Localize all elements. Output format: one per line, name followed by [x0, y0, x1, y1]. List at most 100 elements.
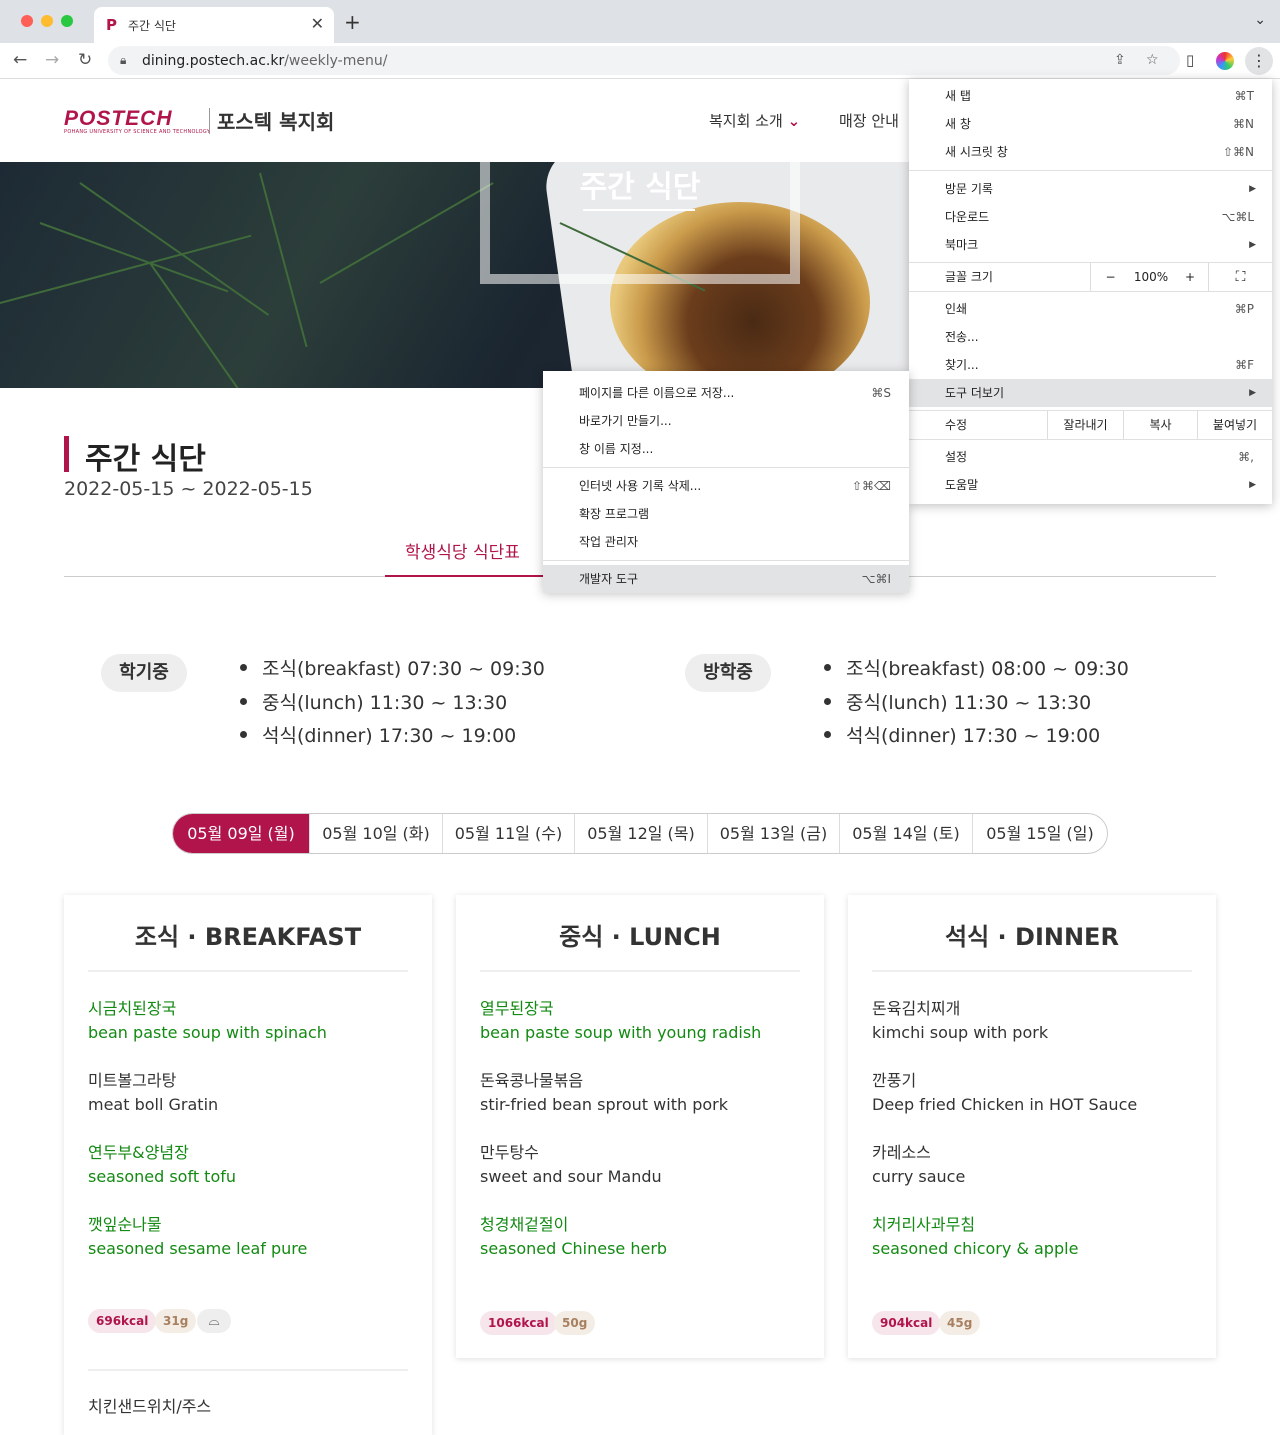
active-tab-indicator — [385, 575, 543, 577]
menu-bookmarks[interactable]: 북마크 ▶ — [909, 231, 1272, 259]
menu-item: 청경채겉절이 seasoned Chinese herb — [480, 1215, 668, 1258]
tab-student-cafeteria[interactable]: 학생식당 식단표 — [405, 538, 520, 563]
menu-incognito[interactable]: 새 시크릿 창 ⇧⌘N — [909, 138, 1272, 166]
submenu-task-manager[interactable]: 작업 관리자 — [543, 528, 909, 556]
day-button-thu[interactable]: 05월 12일 (목) — [575, 814, 708, 853]
menu-zoom: 글꼴 크기 − 100% + ⛶ — [909, 263, 1272, 291]
card-divider — [88, 970, 408, 972]
menu-history[interactable]: 방문 기록 ▶ — [909, 175, 1272, 203]
submenu-dev-tools[interactable]: 개발자 도구 ⌥⌘I — [543, 565, 909, 593]
site-name[interactable]: 포스텍 복지회 — [217, 106, 334, 135]
menu-item: 치킨샌드위치/주스 — [88, 1397, 212, 1416]
site-favicon-icon: P — [106, 16, 117, 34]
menu-settings[interactable]: 설정 ⌘, — [909, 443, 1272, 471]
card-title: 중식 · LUNCH — [559, 923, 721, 951]
menu-new-tab[interactable]: 새 탭 ⌘T — [909, 82, 1272, 110]
day-button-sun[interactable]: 05월 15일 (일) — [973, 814, 1107, 853]
more-tools-submenu: 페이지를 다른 이름으로 저장... ⌘S 바로가기 만들기... 창 이름 지정… — [543, 371, 909, 593]
card-title: 조식 · BREAKFAST — [134, 923, 362, 951]
hero-banner: 주간 식단 — [0, 162, 910, 388]
postech-logo[interactable]: POSTECH — [64, 107, 173, 131]
hours-item: 중식(lunch) 11:30 ~ 13:30 — [238, 688, 545, 722]
menu-find[interactable]: 찾기... ⌘F — [909, 351, 1272, 379]
protein-badge: 50g — [554, 1311, 596, 1335]
share-icon[interactable]: ⇪ — [1114, 52, 1126, 68]
kcal-badge: 904kcal — [872, 1311, 941, 1335]
kcal-badge: 1066kcal — [480, 1311, 557, 1335]
vacation-badge: 방학중 — [685, 654, 771, 692]
zoom-out-button[interactable]: − — [1090, 263, 1130, 291]
tab-search-chevron-icon[interactable]: ⌄ — [1254, 12, 1266, 28]
new-tab-icon[interactable]: + — [344, 10, 361, 34]
hero-title: 주간 식단 — [579, 170, 701, 205]
lunch-card: 중식 · LUNCH 열무된장국 bean paste soup with you… — [456, 895, 824, 1358]
logo-subtitle: POHANG UNIVERSITY OF SCIENCE AND TECHNOL… — [64, 129, 211, 135]
cut-button[interactable]: 잘라내기 — [1047, 411, 1123, 439]
menu-downloads[interactable]: 다운로드 ⌥⌘L — [909, 203, 1272, 231]
hours-item: 석식(dinner) 17:30 ~ 19:00 — [822, 721, 1129, 755]
browser-toolbar: ← → ↻ 🔒︎ dining.postech.ac.kr/weekly-men… — [0, 43, 1280, 79]
reload-icon[interactable]: ↻ — [78, 50, 92, 70]
submenu-extensions[interactable]: 확장 프로그램 — [543, 500, 909, 528]
profile-avatar-icon[interactable] — [1216, 52, 1234, 70]
submenu-arrow-icon: ▶ — [1249, 388, 1256, 398]
zoom-window-button[interactable] — [61, 15, 73, 27]
protein-badge: 31g — [155, 1309, 197, 1333]
day-button-fri[interactable]: 05월 13일 (금) — [708, 814, 840, 853]
day-button-mon[interactable]: 05월 09일 (월) — [173, 814, 310, 853]
nav-stores[interactable]: 매장 안내 — [839, 110, 899, 131]
lock-icon[interactable]: 🔒︎ — [120, 53, 126, 68]
side-panel-icon[interactable]: ▯ — [1186, 51, 1194, 69]
fullscreen-icon[interactable]: ⛶ — [1208, 263, 1272, 291]
bowl-icon: ⌓ — [197, 1309, 231, 1333]
paste-button[interactable]: 붙여넣기 — [1197, 411, 1272, 439]
submenu-create-shortcut[interactable]: 바로가기 만들기... — [543, 407, 909, 435]
menu-help[interactable]: 도움말 ▶ — [909, 471, 1272, 499]
submenu-arrow-icon: ▶ — [1249, 240, 1256, 250]
browser-tab[interactable]: P 주간 식단 ✕ — [94, 7, 334, 43]
hours-item: 중식(lunch) 11:30 ~ 13:30 — [822, 688, 1129, 722]
bookmark-star-icon[interactable]: ☆ — [1146, 52, 1159, 68]
nav-about[interactable]: 복지회 소개 ⌄ — [709, 110, 800, 131]
close-tab-icon[interactable]: ✕ — [311, 14, 324, 33]
dinner-card: 석식 · DINNER 돈육김치찌개 kimchi soup with pork … — [848, 895, 1216, 1358]
chrome-main-menu: 새 탭 ⌘T 새 창 ⌘N 새 시크릿 창 ⇧⌘N 방문 기록 ▶ 다운로드 ⌥⌘L 북마… — [909, 79, 1272, 504]
breakfast-card: 조식 · BREAKFAST 시금치된장국 bean paste soup wit… — [64, 895, 432, 1435]
menu-print[interactable]: 인쇄 ⌘P — [909, 295, 1272, 323]
submenu-arrow-icon: ▶ — [1249, 480, 1256, 490]
chevron-down-icon: ⌄ — [787, 112, 801, 130]
url-text[interactable]: dining.postech.ac.kr/weekly-menu/ — [142, 53, 387, 69]
hours-item: 조식(breakfast) 07:30 ~ 09:30 — [238, 654, 545, 688]
menu-cast[interactable]: 전송... — [909, 323, 1272, 351]
minimize-window-button[interactable] — [41, 15, 53, 27]
day-button-wed[interactable]: 05월 11일 (수) — [443, 814, 575, 853]
kcal-badge: 696kcal — [88, 1309, 157, 1333]
page-title: 주간 식단 — [85, 442, 206, 477]
menu-edit: 수정 잘라내기 복사 붙여넣기 — [909, 411, 1272, 439]
close-window-button[interactable] — [21, 15, 33, 27]
submenu-clear-data[interactable]: 인터넷 사용 기록 삭제... ⇧⌘⌫ — [543, 472, 909, 500]
menu-more-tools[interactable]: 도구 더보기 ▶ — [909, 379, 1272, 407]
submenu-name-window[interactable]: 창 이름 지정... — [543, 435, 909, 463]
address-bar[interactable]: 🔒︎ dining.postech.ac.kr/weekly-menu/ ⇪ ☆ — [108, 46, 1180, 75]
card-title: 석식 · DINNER — [945, 923, 1119, 951]
menu-new-window[interactable]: 새 창 ⌘N — [909, 110, 1272, 138]
copy-button[interactable]: 복사 — [1123, 411, 1197, 439]
card-divider — [872, 970, 1192, 972]
semester-badge: 학기중 — [101, 654, 187, 692]
day-button-tue[interactable]: 05월 10일 (화) — [310, 814, 443, 853]
menu-item: 돈육콩나물볶음 stir-fried bean sprout with pork — [480, 1071, 728, 1114]
protein-badge: 45g — [939, 1311, 981, 1335]
menu-item: 시금치된장국 bean paste soup with spinach — [88, 999, 327, 1042]
title-accent-bar — [64, 436, 69, 472]
menu-item: 돈육김치찌개 kimchi soup with pork — [872, 999, 1049, 1042]
back-icon[interactable]: ← — [13, 50, 27, 70]
submenu-save-as[interactable]: 페이지를 다른 이름으로 저장... ⌘S — [543, 379, 909, 407]
semester-hours: 조식(breakfast) 07:30 ~ 09:30 중식(lunch) 11… — [238, 654, 545, 755]
date-range: 2022-05-15 ~ 2022-05-15 — [64, 478, 313, 500]
forward-icon[interactable]: → — [45, 50, 59, 70]
day-button-sat[interactable]: 05월 14일 (토) — [840, 814, 973, 853]
zoom-in-button[interactable]: + — [1172, 263, 1208, 291]
chrome-menu-icon[interactable]: ⋮ — [1245, 47, 1273, 75]
submenu-arrow-icon: ▶ — [1249, 184, 1256, 194]
